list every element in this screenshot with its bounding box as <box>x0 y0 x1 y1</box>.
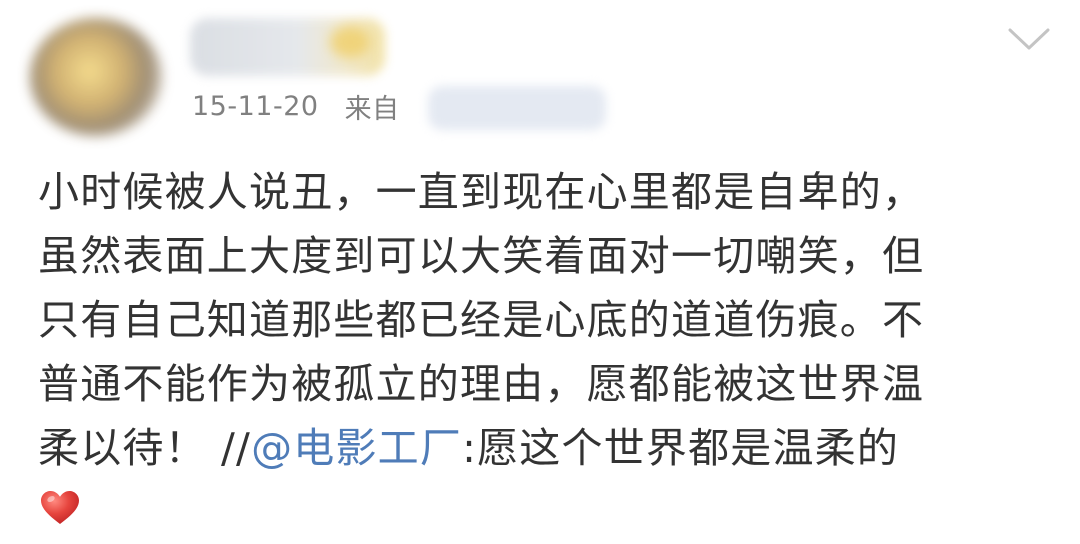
post-text-line: 普通不能作为被孤立的理由，愿都能被这世界温 <box>38 360 925 408</box>
post-text-line: 小时候被人说丑，一直到现在心里都是自卑的， <box>38 168 925 216</box>
post-text-line: 只有自己知道那些都已经是心底的道道伤痕。不 <box>38 296 925 344</box>
post-text-line: 虽然表面上大度到可以大笑着面对一切嘲笑，但 <box>38 232 925 280</box>
post-source-blurred[interactable] <box>428 86 606 130</box>
weibo-post-card: 15-11-20 来自 小时候被人说丑，一直到现在心里都是自卑的， 虽然表面上大… <box>0 0 1080 544</box>
heart-emoji-icon <box>41 491 79 524</box>
chevron-down-icon[interactable] <box>1004 18 1054 58</box>
mention-link[interactable]: @电影工厂 <box>251 424 462 472</box>
repost-text: :愿这个世界都是温柔的 <box>462 424 900 472</box>
avatar[interactable] <box>30 18 162 136</box>
post-text-line: 柔以待！ //@电影工厂:愿这个世界都是温柔的 <box>38 416 1048 480</box>
post-date: 15-11-20 <box>192 90 319 122</box>
repost-prefix-text: 柔以待！ // <box>38 424 252 472</box>
verified-badge-icon <box>330 26 370 58</box>
post-meta: 15-11-20 来自 <box>192 86 400 126</box>
post-body: 小时候被人说丑，一直到现在心里都是自卑的， 虽然表面上大度到可以大笑着面对一切嘲… <box>38 160 1048 526</box>
post-source-label: 来自 <box>344 93 400 125</box>
